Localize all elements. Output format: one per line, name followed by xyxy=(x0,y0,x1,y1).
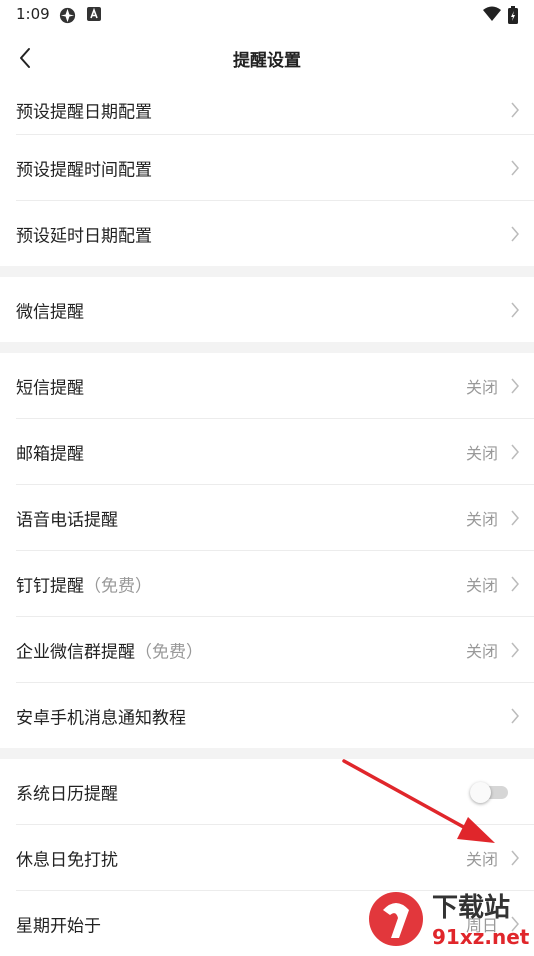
site-watermark: 下载站 91xz.net xyxy=(366,888,534,950)
row-label: 预设提醒日期配置 xyxy=(16,102,152,123)
row-label: 邮箱提醒 xyxy=(16,444,84,464)
row-label-text: 企业微信群提醒 xyxy=(16,642,135,662)
row-label-text: 钉钉提醒 xyxy=(16,576,84,596)
row-android-notification-tutorial[interactable]: 安卓手机消息通知教程 xyxy=(16,683,534,748)
a-notification-icon xyxy=(86,6,102,26)
watermark-domain: 91xz.net xyxy=(432,925,530,949)
group-preset: 预设提醒日期配置 预设提醒时间配置 预设延时日期配置 xyxy=(0,86,534,266)
watermark-logo-icon: 下载站 91xz.net xyxy=(369,892,530,949)
row-preset-date[interactable]: 预设提醒日期配置 xyxy=(16,86,534,135)
row-label: 钉钉提醒（免费） xyxy=(16,571,152,596)
group-gap xyxy=(0,342,534,353)
row-preset-time[interactable]: 预设提醒时间配置 xyxy=(16,135,534,201)
status-bar: 1:09 xyxy=(0,0,534,30)
row-label-note: （免费） xyxy=(135,642,203,662)
row-label-note: （免费） xyxy=(84,576,152,596)
chevron-right-icon xyxy=(511,302,519,317)
row-sms-reminder[interactable]: 短信提醒 关闭 xyxy=(16,353,534,419)
group-channels: 短信提醒 关闭 邮箱提醒 关闭 语音电话提醒 关闭 钉钉提醒（免费） 关闭 企业… xyxy=(0,353,534,748)
row-label: 安卓手机消息通知教程 xyxy=(16,708,186,728)
row-dingtalk-reminder[interactable]: 钉钉提醒（免费） 关闭 xyxy=(16,551,534,617)
row-label: 微信提醒 xyxy=(16,302,84,322)
row-label: 语音电话提醒 xyxy=(16,510,118,530)
chevron-right-icon xyxy=(511,510,519,525)
row-label: 休息日免打扰 xyxy=(16,850,118,870)
chevron-right-icon xyxy=(511,642,519,657)
row-label: 预设提醒时间配置 xyxy=(16,160,152,180)
row-voice-call-reminder[interactable]: 语音电话提醒 关闭 xyxy=(16,485,534,551)
row-wechat-reminder[interactable]: 微信提醒 xyxy=(16,277,534,342)
battery-icon xyxy=(508,6,518,28)
row-label: 星期开始于 xyxy=(16,916,101,936)
nav-bar: 提醒设置 xyxy=(0,30,534,86)
row-preset-delay[interactable]: 预设延时日期配置 xyxy=(16,201,534,266)
status-time: 1:09 xyxy=(16,5,50,23)
chevron-right-icon xyxy=(511,378,519,393)
row-value: 关闭 xyxy=(465,443,498,463)
chevron-right-icon xyxy=(511,708,519,723)
row-value: 关闭 xyxy=(465,641,498,661)
watermark-brand: 下载站 xyxy=(432,893,510,923)
row-value: 关闭 xyxy=(465,575,498,595)
page-title: 提醒设置 xyxy=(233,51,301,71)
wifi-icon xyxy=(483,6,501,26)
chevron-right-icon xyxy=(511,226,519,241)
chevron-right-icon xyxy=(511,850,519,865)
app-notification-icon xyxy=(58,6,77,29)
annotation-arrow-icon xyxy=(342,759,495,843)
group-gap xyxy=(0,266,534,277)
row-label: 短信提醒 xyxy=(16,378,84,398)
chevron-right-icon xyxy=(511,102,519,118)
row-wecom-group-reminder[interactable]: 企业微信群提醒（免费） 关闭 xyxy=(16,617,534,683)
row-value: 关闭 xyxy=(465,377,498,397)
row-value: 关闭 xyxy=(465,509,498,529)
row-label: 预设延时日期配置 xyxy=(16,226,152,246)
row-label: 企业微信群提醒（免费） xyxy=(16,637,203,662)
row-email-reminder[interactable]: 邮箱提醒 关闭 xyxy=(16,419,534,485)
row-label: 系统日历提醒 xyxy=(16,784,118,804)
chevron-right-icon xyxy=(511,444,519,459)
chevron-right-icon xyxy=(511,576,519,591)
group-wechat: 微信提醒 xyxy=(0,277,534,342)
chevron-right-icon xyxy=(511,160,519,175)
